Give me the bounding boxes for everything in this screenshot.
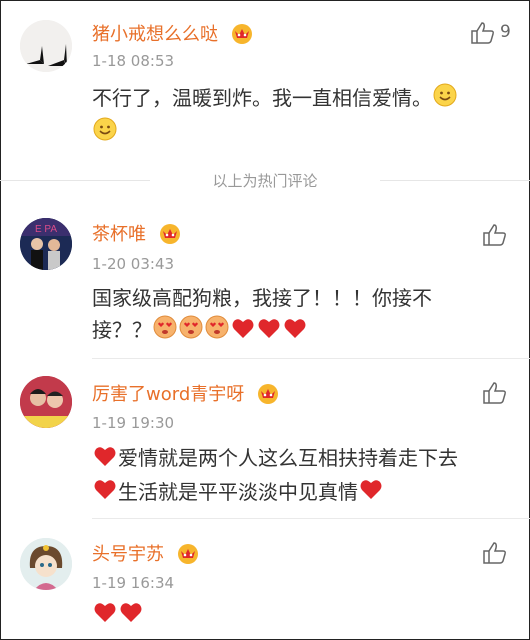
heart-eyes-emoji-icon bbox=[205, 315, 229, 348]
heart-icon bbox=[257, 316, 281, 348]
comment-time: 1-19 19:30 bbox=[92, 414, 175, 432]
comment-text: 不行了，温暖到炸。我一直相信爱情。 bbox=[92, 82, 502, 150]
comment-time: 1-18 08:53 bbox=[92, 52, 175, 70]
username[interactable]: 猪小戒想么么哒 bbox=[92, 20, 254, 49]
avatar[interactable] bbox=[20, 376, 72, 428]
smile-emoji-icon bbox=[433, 83, 457, 116]
like-count: 9 bbox=[500, 22, 511, 42]
like-icon[interactable] bbox=[482, 222, 508, 248]
comment-time: 1-19 16:34 bbox=[92, 574, 175, 592]
comment-separator bbox=[92, 518, 530, 519]
smile-emoji-icon bbox=[93, 117, 117, 150]
comment-text bbox=[92, 598, 502, 632]
vip-crown-icon bbox=[158, 222, 182, 249]
heart-icon bbox=[93, 477, 117, 509]
username[interactable]: 茶杯唯 bbox=[92, 220, 182, 249]
avatar[interactable]: E PA bbox=[20, 218, 72, 270]
comment-time: 1-20 03:43 bbox=[92, 255, 175, 273]
comment-item: 厉害了word青宇呀 1-19 19:30 爱情就是两个人这么互相扶持着走下去 … bbox=[0, 360, 530, 520]
heart-icon bbox=[283, 316, 307, 348]
vip-crown-icon bbox=[176, 542, 200, 569]
heart-icon bbox=[231, 316, 255, 348]
comment-separator bbox=[92, 358, 530, 359]
like-icon[interactable] bbox=[482, 380, 508, 406]
heart-eyes-emoji-icon bbox=[179, 315, 203, 348]
divider-line-right bbox=[380, 180, 530, 181]
heart-icon bbox=[359, 477, 383, 509]
vip-crown-icon bbox=[230, 22, 254, 49]
heart-icon bbox=[93, 444, 117, 476]
svg-text:E PA: E PA bbox=[35, 224, 57, 235]
heart-icon bbox=[93, 600, 117, 632]
like-icon[interactable] bbox=[470, 20, 496, 46]
comment-item: E PA 茶杯唯 1-20 03:43 国家级高配狗粮，我接了！！！你接不 接？… bbox=[0, 200, 530, 360]
like-icon[interactable] bbox=[482, 540, 508, 566]
vip-crown-icon bbox=[256, 382, 280, 409]
heart-eyes-emoji-icon bbox=[153, 315, 177, 348]
comment-item: 头号宇苏 1-19 16:34 bbox=[0, 520, 530, 638]
avatar[interactable] bbox=[20, 20, 72, 72]
comment-item: 猪小戒想么么哒 1-18 08:53 不行了，温暖到炸。我一直相信爱情。 9 bbox=[0, 0, 530, 170]
avatar[interactable] bbox=[20, 538, 72, 590]
username[interactable]: 厉害了word青宇呀 bbox=[92, 380, 280, 409]
heart-icon bbox=[119, 600, 143, 632]
comment-text: 国家级高配狗粮，我接了！！！你接不 接？？ bbox=[92, 282, 502, 348]
comment-text: 爱情就是两个人这么互相扶持着走下去 生活就是平平淡淡中见真情 bbox=[92, 442, 502, 509]
username[interactable]: 头号宇苏 bbox=[92, 540, 200, 569]
